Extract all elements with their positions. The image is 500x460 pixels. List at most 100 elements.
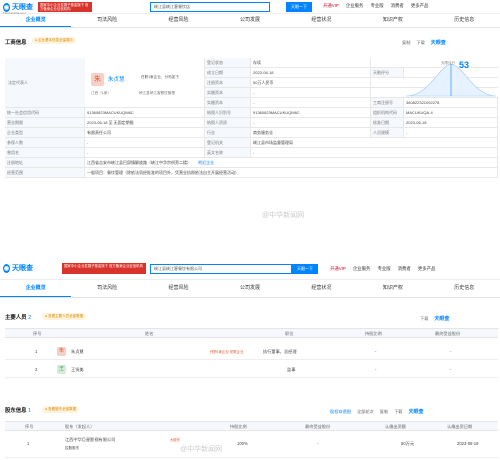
field-value: 存续 [251, 58, 371, 67]
tianyancha-mark: 天眼查 [430, 40, 446, 46]
header-link[interactable]: 消费者 [391, 3, 404, 9]
download-button[interactable]: 下载 [394, 409, 402, 415]
column-header: 职位 [285, 331, 294, 336]
section-toolbar: 下载 天眼查 [420, 315, 449, 323]
members-count: 2 [28, 315, 32, 321]
search-button[interactable]: 天眼一下 [292, 264, 318, 274]
section-title: 股东信息 1 [5, 406, 31, 414]
nav-tabs: 企业概览 司法风险 经营风险 公司发展 经营状况 知识产权 历史信息 [0, 14, 500, 28]
table-row[interactable]: 1 朱 朱贞慧 任职1家企业 关联企业 执行董事，总经理 - - [5, 344, 498, 360]
field-value: - [251, 88, 371, 97]
row-number: 2 [35, 367, 38, 372]
watermark: @中华新闻网 [262, 212, 305, 219]
field-value: 91360823MACUKUQM6C [85, 108, 205, 117]
field-value: - [85, 138, 205, 147]
avatar: 王 [57, 365, 66, 374]
info-row: 企业类型 有限责任公司 行业 商务服务业 人员规模 - [5, 128, 498, 138]
info-row: 注册地址 江西省吉安市峡江县巴邱镇解放路（峡江中华宗祠旁二楼） 附近企业 [5, 158, 498, 168]
top-header: ◉ 天眼查 国家中小企业发展子基金旗下 官方备案企业征信机构 峡江县峡江客餐饮有… [0, 258, 500, 280]
column-header: 持股比例 [230, 424, 247, 429]
header-link[interactable]: 企业服务 [346, 3, 364, 9]
tab-history[interactable]: 历史信息 [429, 282, 500, 297]
shareholders-count: 1 [28, 408, 32, 414]
member-position: 监事 [287, 367, 296, 372]
column-header: 持股比例 [365, 331, 382, 336]
header-link[interactable]: 专业版 [370, 3, 383, 9]
tab-development[interactable]: 公司发展 [214, 282, 285, 297]
field-value: - [251, 118, 371, 127]
credit-badge: 国家中小企业发展子基金旗下 官方备案企业征信机构 [38, 2, 92, 12]
tab-history[interactable]: 历史信息 [429, 14, 500, 27]
vip-link[interactable]: 开通VIP [323, 3, 339, 9]
tab-operations[interactable]: 经营状况 [286, 14, 357, 27]
info-row: 实缴资本 - 工商注册号 360822321092278 [205, 98, 498, 108]
tab-ip[interactable]: 知识产权 [357, 14, 428, 27]
tab-ip[interactable]: 知识产权 [357, 282, 428, 297]
header-links: 开通VIP 企业服务 专业版 消费者 更多产品 [323, 3, 428, 9]
info-row: 曾用名 - 英文名称 - [5, 148, 498, 158]
vip-link[interactable]: 开通VIP [330, 266, 346, 272]
field-value: 50万人民币 [251, 78, 371, 87]
header-link[interactable]: 更多产品 [418, 266, 436, 272]
table-row[interactable]: 2 王 王贤美 监事 - - [5, 362, 498, 378]
search-input[interactable]: 峡江县峡江客餐饮有限公司 [150, 264, 292, 274]
legal-rep-company[interactable]: 峡江县峡江客餐饮管理 [139, 91, 175, 96]
legal-rep-name[interactable]: 朱贞慧 [108, 75, 125, 83]
field-label: 实缴资本 [205, 88, 251, 97]
info-chip[interactable]: ● 企业基本信息全量展示 [32, 37, 77, 44]
search-button[interactable]: 天眼一下 [286, 2, 312, 12]
copy-button[interactable]: 复制 [402, 40, 410, 46]
field-label: 登记状态 [205, 58, 251, 67]
tab-overview[interactable]: 企业概览 [0, 14, 72, 27]
member-position: 执行董事，总经理 [263, 349, 297, 354]
shareholder-benefit: - [317, 441, 319, 446]
member-benefit: - [450, 349, 452, 354]
logo[interactable]: ◉ 天眼查 [3, 262, 33, 274]
field-value: - [251, 148, 498, 157]
header-link[interactable]: 企业服务 [353, 266, 371, 272]
round-filter[interactable]: 全部轮次 [357, 409, 374, 415]
download-button[interactable]: 下载 [420, 316, 428, 322]
members-chip[interactable]: ● 查看主要人员全部数据 [42, 313, 87, 320]
header-link[interactable]: 更多产品 [411, 3, 429, 9]
shareholders-chip[interactable]: ● 查看股东全部数据 [42, 406, 80, 413]
tab-business-risk[interactable]: 经营风险 [143, 14, 214, 27]
field-label: 注册地址 [5, 158, 85, 167]
field-label: 英文名称 [205, 148, 251, 157]
table-row[interactable]: 1 江西中华巨星影视有限公司 大股东 控股股东 100% - 50万元 2023… [5, 434, 498, 458]
member-share: - [375, 349, 377, 354]
business-scope-value: 一般项目：餐饮管理（除依法须经批准的项目外，凭营业执照依法自主开展经营活动） [85, 168, 498, 177]
legal-rep-role: 任职1家企业，分布如下 [141, 75, 179, 79]
field-value: 有限责任公司 [85, 128, 205, 137]
tab-development[interactable]: 公司发展 [214, 14, 285, 27]
related-companies-tag[interactable]: 任职1家企业 关联企业 [210, 349, 243, 355]
tab-legal-risk[interactable]: 司法风险 [71, 14, 142, 27]
download-button[interactable]: 下载 [416, 40, 424, 46]
field-value: - [251, 98, 371, 107]
tab-operations[interactable]: 经营状况 [286, 282, 357, 297]
nearby-companies-link[interactable]: 附近企业 [198, 160, 214, 165]
member-name[interactable]: 朱贞慧 [71, 344, 84, 360]
score-widget[interactable]: 天眼评分 53 [404, 58, 498, 98]
section-title: 主要人员 2 [5, 313, 31, 321]
field-label: 成立日期 [205, 68, 251, 77]
tab-overview[interactable]: 企业概览 [0, 282, 72, 297]
members-table-header: 序号 姓名 职位 持股比例 最终受益股份 [5, 328, 498, 338]
address-cell: 江西省吉安市峡江县巴邱镇解放路（峡江中华宗祠旁二楼） 附近企业 [85, 158, 498, 167]
eye-logo-icon: ◉ [3, 263, 10, 273]
member-name[interactable]: 王贤美 [71, 362, 84, 378]
equity-chart-link[interactable]: 股权穿透图 [330, 409, 351, 415]
header-link[interactable]: 消费者 [398, 266, 411, 272]
field-label: 实缴资本 [205, 98, 251, 107]
tab-business-risk[interactable]: 经营风险 [143, 282, 214, 297]
copy-button[interactable]: 复制 [380, 409, 388, 415]
field-value: 商务服务业 [251, 128, 371, 137]
section-toolbar: 复制 下载 天眼查 [402, 39, 446, 47]
field-value: - [404, 128, 498, 137]
search-input[interactable]: 峡江县峡江客餐饮店 [150, 2, 270, 12]
field-value: - [85, 148, 205, 157]
column-header: 认缴出资额 [385, 424, 406, 429]
header-link[interactable]: 专业版 [377, 266, 390, 272]
tab-legal-risk[interactable]: 司法风险 [71, 282, 142, 297]
tianyancha-mark: 天眼查 [408, 409, 424, 415]
